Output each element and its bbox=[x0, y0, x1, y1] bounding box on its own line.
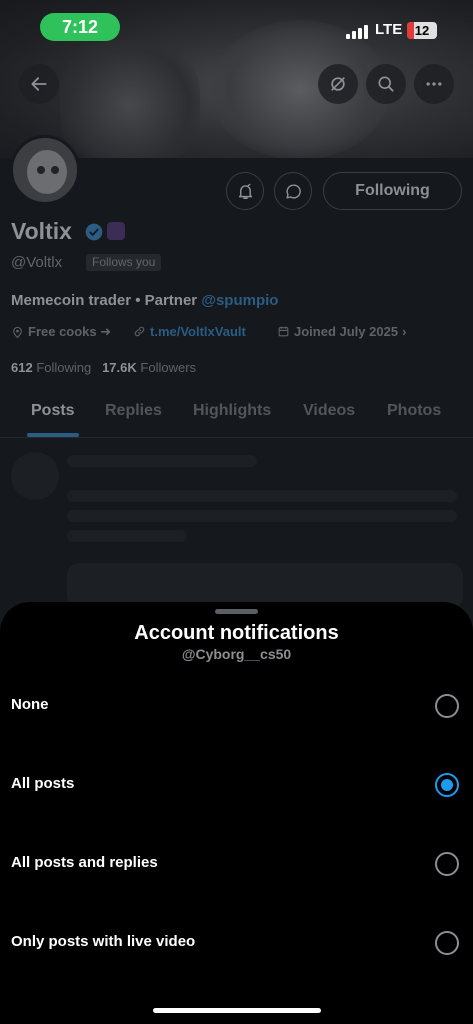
option-all-posts[interactable]: All posts bbox=[0, 751, 473, 821]
tab-posts[interactable]: Posts bbox=[31, 402, 75, 420]
option-none[interactable]: None bbox=[0, 672, 473, 742]
sheet-subtitle: @Cyborg__cs50 bbox=[181, 646, 292, 662]
message-button[interactable] bbox=[274, 172, 312, 210]
follow-counts: 612 Following 17.6K Followers bbox=[11, 360, 196, 375]
following-button[interactable]: Following bbox=[323, 172, 462, 210]
more-icon bbox=[426, 82, 442, 86]
back-arrow-icon bbox=[31, 77, 47, 91]
tab-replies[interactable]: Replies bbox=[105, 402, 162, 420]
verified-badge-icon bbox=[85, 223, 103, 241]
link-text[interactable]: t.me/VoltlxVault bbox=[150, 324, 246, 339]
joined-text: Joined July 2025 bbox=[294, 324, 399, 339]
hide-button[interactable] bbox=[318, 64, 358, 104]
status-bar: 7:12 LTE 12 bbox=[0, 0, 473, 56]
option-live-video[interactable]: Only posts with live video bbox=[0, 909, 473, 979]
follows-you-badge: Follows you bbox=[86, 254, 162, 271]
battery-level: 12 bbox=[414, 23, 430, 38]
affiliate-badge[interactable] bbox=[107, 222, 125, 240]
option-label: Only posts with live video bbox=[11, 933, 196, 950]
sheet-grabber[interactable] bbox=[215, 609, 258, 614]
radio-button[interactable] bbox=[435, 931, 459, 955]
more-button[interactable] bbox=[414, 64, 454, 104]
radio-button[interactable] bbox=[435, 694, 459, 718]
profile-location: Free cooks ➜ bbox=[11, 324, 111, 340]
signal-icon bbox=[346, 25, 368, 39]
message-icon bbox=[285, 183, 301, 199]
account-notifications-sheet: Account notifications @Cyborg__cs50 None… bbox=[0, 602, 473, 1024]
avatar[interactable] bbox=[10, 135, 80, 205]
radio-button-selected[interactable] bbox=[435, 773, 459, 797]
profile-bio: Memecoin trader • Partner @spumpio bbox=[11, 292, 278, 309]
followers-count-link[interactable]: 17.6K Followers bbox=[102, 360, 196, 375]
battery-icon: 12 bbox=[407, 22, 437, 39]
link-icon bbox=[134, 326, 145, 337]
profile-name: Voltix bbox=[11, 218, 72, 244]
tab-highlights[interactable]: Highlights bbox=[193, 402, 271, 420]
back-button[interactable] bbox=[19, 64, 59, 104]
following-count-link[interactable]: 612 Following bbox=[11, 360, 91, 375]
status-time: 7:12 bbox=[40, 13, 120, 41]
option-label: All posts bbox=[11, 775, 75, 792]
hide-icon bbox=[331, 77, 345, 91]
sheet-title: Account notifications bbox=[134, 622, 339, 644]
active-tab-indicator bbox=[27, 433, 79, 437]
radio-button[interactable] bbox=[435, 852, 459, 876]
option-label: None bbox=[11, 696, 49, 713]
search-icon bbox=[378, 76, 394, 92]
bio-mention-link[interactable]: @spumpio bbox=[201, 292, 278, 309]
chevron-right-icon: › bbox=[402, 324, 407, 339]
search-button[interactable] bbox=[366, 64, 406, 104]
network-type: LTE bbox=[375, 21, 403, 38]
profile-joined: Joined July 2025 › bbox=[277, 324, 406, 339]
home-indicator[interactable] bbox=[153, 1008, 321, 1013]
location-icon bbox=[13, 326, 22, 338]
option-all-posts-and-replies[interactable]: All posts and replies bbox=[0, 830, 473, 900]
location-text: Free cooks ➜ bbox=[28, 324, 112, 339]
notifications-button[interactable] bbox=[226, 172, 264, 210]
tab-photos[interactable]: Photos bbox=[387, 402, 441, 420]
tab-videos[interactable]: Videos bbox=[303, 402, 355, 420]
profile-link[interactable]: t.me/VoltlxVault bbox=[133, 324, 246, 339]
bio-text: Memecoin trader • Partner bbox=[11, 292, 202, 309]
profile-handle: @Voltlx bbox=[11, 254, 63, 271]
notification-bell-icon bbox=[238, 183, 252, 199]
option-label: All posts and replies bbox=[11, 854, 158, 871]
profile-tabs: Posts Replies Highlights Videos Photos bbox=[0, 390, 473, 438]
calendar-icon bbox=[278, 326, 289, 337]
